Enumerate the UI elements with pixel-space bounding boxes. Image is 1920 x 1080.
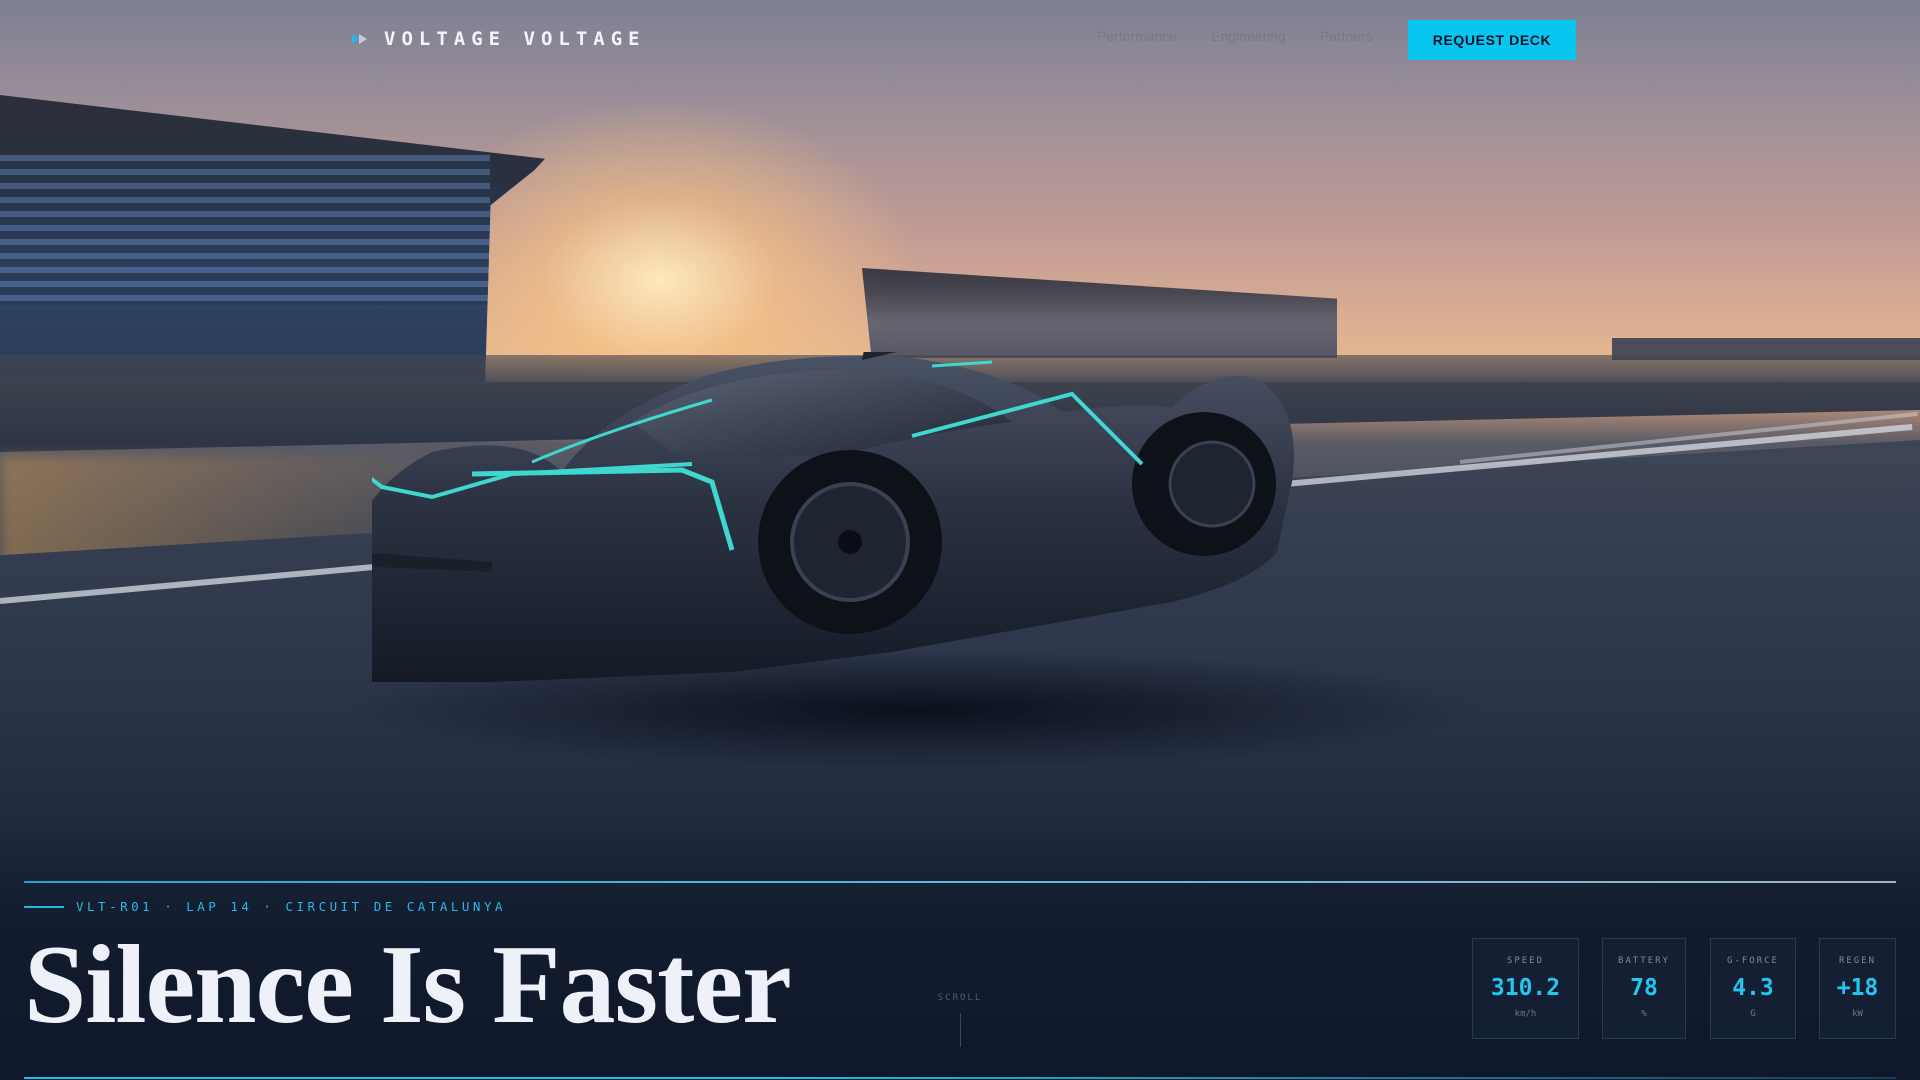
stat-label: BATTERY	[1618, 956, 1670, 966]
brand-logo[interactable]: VOLTAGE VOLTAGE	[350, 24, 646, 54]
request-deck-button[interactable]: REQUEST DECK	[1408, 20, 1576, 60]
stat-card-speed: SPEED 310.2 km/h	[1472, 938, 1579, 1039]
stat-value: 310.2	[1490, 975, 1561, 1001]
nav-link-engineering[interactable]: Engineering	[1211, 28, 1286, 44]
stat-unit: kW	[1852, 1009, 1863, 1019]
stat-value: 4.3	[1732, 975, 1774, 1001]
top-navigation-bar: VOLTAGE VOLTAGE Performance Engineering …	[0, 0, 1920, 80]
stat-value: +18	[1836, 975, 1879, 1001]
hero-divider-top	[24, 881, 1896, 883]
scroll-line	[959, 1013, 961, 1047]
stat-unit: G	[1750, 1009, 1756, 1019]
stat-value: 78	[1630, 975, 1658, 1001]
stat-label: REGEN	[1838, 956, 1877, 966]
race-meta: VLT-R01 · LAP 14 · CIRCUIT DE CATALUNYA	[24, 899, 506, 914]
main-nav: Performance Engineering Partners	[1097, 28, 1373, 44]
nav-link-performance[interactable]: Performance	[1097, 28, 1177, 44]
meta-dash	[24, 905, 64, 908]
stat-card-g-force: G-FORCE 4.3 G	[1710, 938, 1796, 1039]
stat-card-battery: BATTERY 78 %	[1602, 938, 1686, 1039]
race-car-illustration	[302, 312, 1294, 682]
stat-label: SPEED	[1506, 956, 1545, 966]
nav-link-partners[interactable]: Partners	[1320, 28, 1373, 44]
chevron-arrow-icon	[350, 31, 370, 47]
brand-name: VOLTAGE VOLTAGE	[384, 28, 646, 50]
hero-headline: Silence Is Faster	[24, 923, 792, 1047]
scroll-label: SCROLL	[937, 993, 983, 1003]
scroll-indicator[interactable]: SCROLL	[936, 993, 984, 1047]
race-car	[302, 312, 1482, 702]
hero-divider-bottom	[24, 1077, 1896, 1079]
stat-unit: %	[1641, 1009, 1647, 1019]
stat-unit: km/h	[1514, 1009, 1537, 1019]
stat-card-regen: REGEN +18 kW	[1819, 938, 1896, 1039]
race-meta-text: VLT-R01 · LAP 14 · CIRCUIT DE CATALUNYA	[76, 899, 506, 914]
stat-label: G-FORCE	[1727, 956, 1779, 966]
